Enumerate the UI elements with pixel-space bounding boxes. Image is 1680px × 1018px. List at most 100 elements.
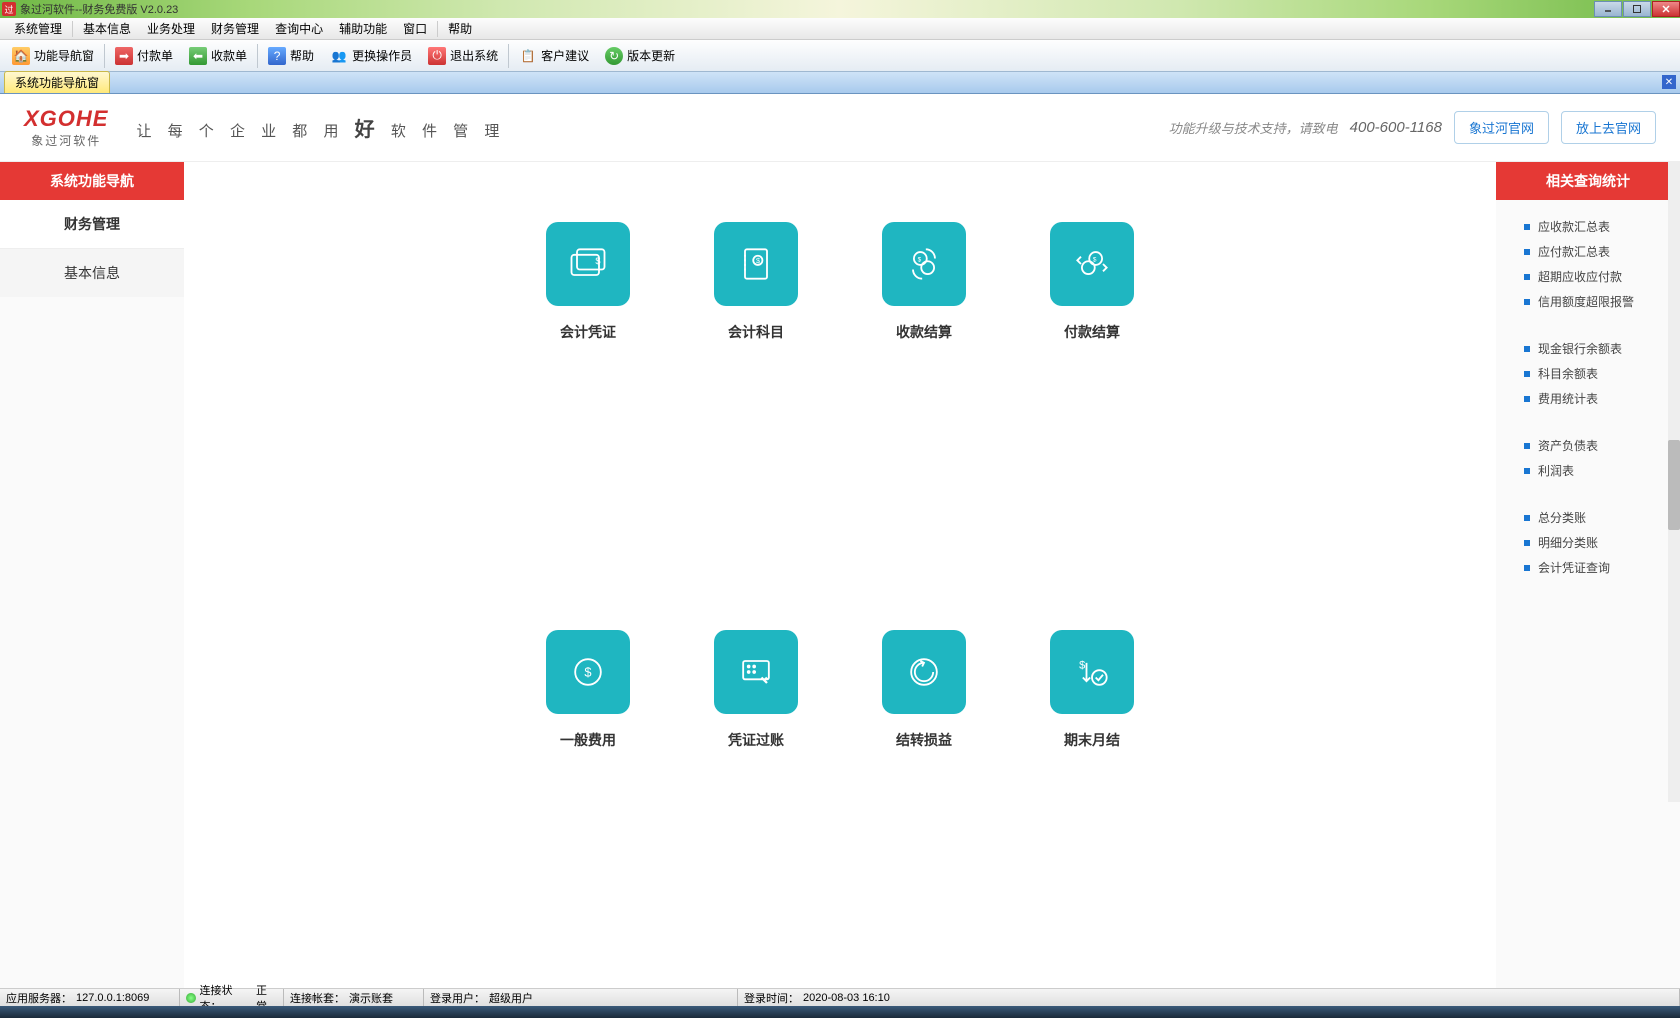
recv-icon: $ (882, 222, 966, 306)
pay-icon: ➡ (115, 47, 133, 65)
toolbar-feedback[interactable]: 📋客户建议 (511, 42, 597, 70)
report-link[interactable]: 应付款汇总表 (1524, 239, 1680, 264)
svg-text:$: $ (595, 256, 600, 266)
month-icon: $ (1050, 630, 1134, 714)
tile-month[interactable]: $ 期末月结 (1027, 630, 1157, 988)
status-user: 登录用户：超级用户 (424, 989, 738, 1006)
voucher-icon: $ (546, 222, 630, 306)
tile-carry[interactable]: 结转损益 (859, 630, 989, 988)
report-link[interactable]: 明细分类账 (1524, 530, 1680, 555)
report-link[interactable]: 应收款汇总表 (1524, 214, 1680, 239)
brand-header: XGOHE 象过河软件 让 每 个 企 业 都 用 好 软 件 管 理 功能升级… (0, 94, 1680, 162)
toolbar-nav[interactable]: 🏠功能导航窗 (4, 42, 102, 70)
note-icon: 📋 (519, 47, 537, 65)
report-link[interactable]: 总分类账 (1524, 505, 1680, 530)
tile-pay[interactable]: $ 付款结算 (1027, 222, 1157, 580)
window-title: 象过河软件--财务免费版 V2.0.23 (20, 1, 178, 17)
toolbar-recv[interactable]: ⬅收款单 (181, 42, 255, 70)
sidebar-item-1[interactable]: 基本信息 (0, 248, 184, 297)
status-time: 登录时间：2020-08-03 16:10 (738, 989, 1680, 1006)
toolbar-exit[interactable]: ⏻退出系统 (420, 42, 506, 70)
tile-label: 期末月结 (1064, 730, 1120, 750)
status-acct: 连接帐套：演示账套 (284, 989, 424, 1006)
menu-system[interactable]: 系统管理 (6, 20, 70, 37)
toolbar-pay[interactable]: ➡付款单 (107, 42, 181, 70)
menu-biz[interactable]: 业务处理 (139, 20, 203, 37)
tab-close-icon[interactable]: ✕ (1662, 75, 1676, 89)
tile-voucher[interactable]: $ 会计凭证 (523, 222, 653, 580)
tile-label: 会计科目 (728, 322, 784, 342)
app-icon: 过 (2, 2, 16, 16)
sidebar-header: 系统功能导航 (0, 162, 184, 200)
right-sidebar: 相关查询统计 应收款汇总表应付款汇总表超期应收应付款信用额度超限报警现金银行余额… (1496, 162, 1680, 988)
svg-text:$: $ (918, 256, 922, 263)
titlebar: 过 象过河软件--财务免费版 V2.0.23 (0, 0, 1680, 18)
main-area: 系统功能导航 财务管理基本信息 $ 会计凭证 $ 会计科目 $ 收款结算 $ 付款结算 $ 一般费… (0, 162, 1680, 988)
tab-nav-window[interactable]: 系统功能导航窗 (4, 71, 110, 93)
tile-subject[interactable]: $ 会计科目 (691, 222, 821, 580)
report-link[interactable]: 科目余额表 (1524, 361, 1680, 386)
slogan: 让 每 个 企 业 都 用 好 软 件 管 理 (136, 113, 505, 142)
maximize-button[interactable] (1623, 1, 1651, 17)
help-icon: ? (268, 47, 286, 65)
toolbar-help[interactable]: ?帮助 (260, 42, 322, 70)
upload-site-button[interactable]: 放上去官网 (1561, 111, 1656, 144)
tile-label: 结转损益 (896, 730, 952, 750)
scrollbar-thumb[interactable] (1668, 440, 1680, 530)
tile-fee[interactable]: $ 一般费用 (523, 630, 653, 988)
status-server: 应用服务器：127.0.0.1:8069 (0, 989, 180, 1006)
toolbar: 🏠功能导航窗 ➡付款单 ⬅收款单 ?帮助 👥更换操作员 ⏻退出系统 📋客户建议 … (0, 40, 1680, 72)
fee-icon: $ (546, 630, 630, 714)
report-link[interactable]: 超期应收应付款 (1524, 264, 1680, 289)
official-site-button[interactable]: 象过河官网 (1454, 111, 1549, 144)
update-icon: ↻ (605, 47, 623, 65)
carry-icon (882, 630, 966, 714)
close-button[interactable] (1652, 1, 1680, 17)
support-text: 功能升级与技术支持，请致电 (1169, 118, 1338, 137)
recv-icon: ⬅ (189, 47, 207, 65)
menubar: 系统管理 基本信息 业务处理 财务管理 查询中心 辅助功能 窗口 帮助 (0, 18, 1680, 40)
svg-text:$: $ (1093, 256, 1097, 263)
menu-help[interactable]: 帮助 (440, 20, 480, 37)
home-icon: 🏠 (12, 47, 30, 65)
minimize-button[interactable] (1594, 1, 1622, 17)
status-ok-icon (186, 993, 196, 1003)
report-link[interactable]: 资产负债表 (1524, 433, 1680, 458)
report-link[interactable]: 会计凭证查询 (1524, 555, 1680, 580)
exit-icon: ⏻ (428, 47, 446, 65)
os-taskbar (0, 1006, 1680, 1018)
menu-window[interactable]: 窗口 (395, 20, 435, 37)
svg-text:$: $ (584, 665, 591, 680)
tile-label: 凭证过账 (728, 730, 784, 750)
tile-post[interactable]: 凭证过账 (691, 630, 821, 988)
menu-finance[interactable]: 财务管理 (203, 20, 267, 37)
status-conn: 连接状态：正常 (180, 989, 284, 1006)
post-icon (714, 630, 798, 714)
rightbar-header: 相关查询统计 (1496, 162, 1680, 200)
tile-label: 会计凭证 (560, 322, 616, 342)
user-switch-icon: 👥 (330, 47, 348, 65)
left-sidebar: 系统功能导航 财务管理基本信息 (0, 162, 184, 988)
report-link[interactable]: 信用额度超限报警 (1524, 289, 1680, 314)
pay-icon: $ (1050, 222, 1134, 306)
toolbar-update[interactable]: ↻版本更新 (597, 42, 683, 70)
menu-basic[interactable]: 基本信息 (75, 20, 139, 37)
svg-text:$: $ (1079, 659, 1085, 671)
support-phone: 400-600-1168 (1350, 119, 1442, 136)
tile-label: 一般费用 (560, 730, 616, 750)
sidebar-item-0[interactable]: 财务管理 (0, 200, 184, 248)
menu-aux[interactable]: 辅助功能 (331, 20, 395, 37)
tile-label: 付款结算 (1064, 322, 1120, 342)
report-link[interactable]: 利润表 (1524, 458, 1680, 483)
toolbar-switchuser[interactable]: 👥更换操作员 (322, 42, 420, 70)
report-link[interactable]: 现金银行余额表 (1524, 336, 1680, 361)
tile-recv[interactable]: $ 收款结算 (859, 222, 989, 580)
content-area: $ 会计凭证 $ 会计科目 $ 收款结算 $ 付款结算 $ 一般费用 凭证过账 结转损益 $ 期末月结 (184, 162, 1496, 988)
report-link[interactable]: 费用统计表 (1524, 386, 1680, 411)
tabstrip: 系统功能导航窗 ✕ (0, 72, 1680, 94)
statusbar: 应用服务器：127.0.0.1:8069 连接状态：正常 连接帐套：演示账套 登… (0, 988, 1680, 1006)
svg-text:$: $ (756, 256, 760, 265)
menu-query[interactable]: 查询中心 (267, 20, 331, 37)
subject-icon: $ (714, 222, 798, 306)
tile-label: 收款结算 (896, 322, 952, 342)
